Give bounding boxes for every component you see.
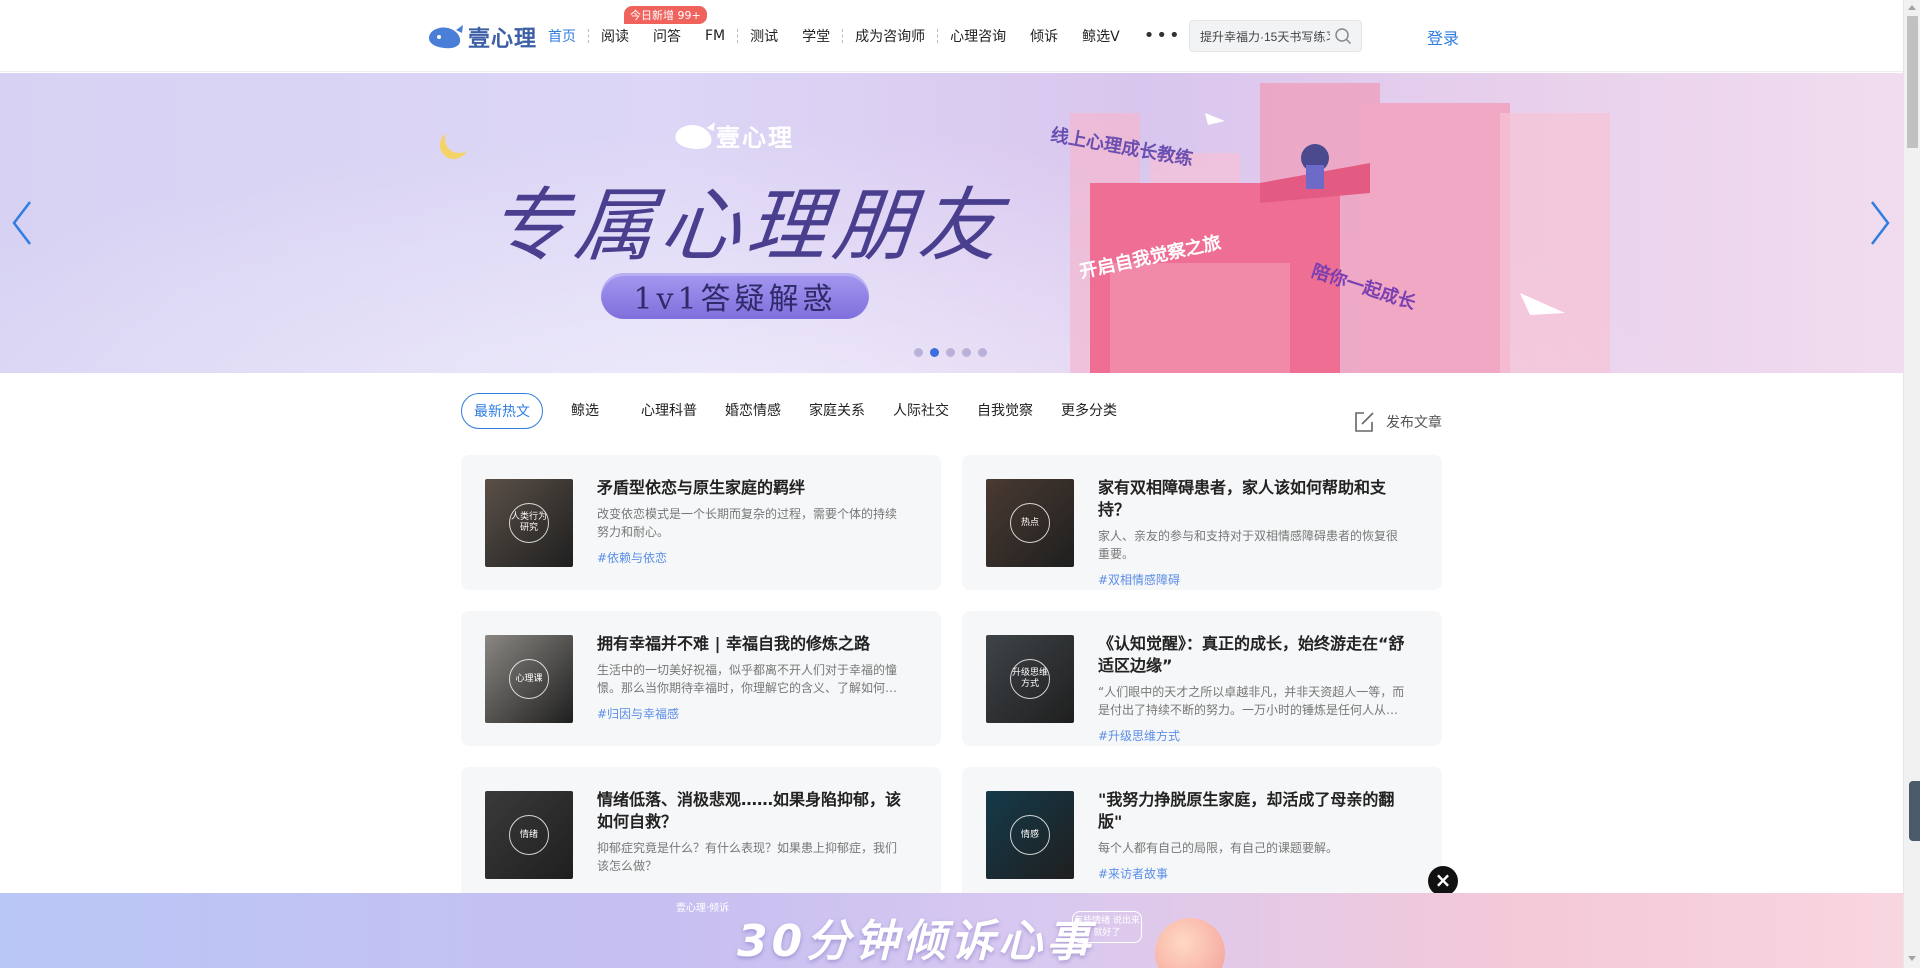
- search-icon[interactable]: [1334, 27, 1352, 45]
- ad-headline: 30分钟倾诉心事: [737, 916, 1095, 967]
- article-thumbnail: 升级思维方式: [986, 635, 1074, 723]
- banner-dot-4[interactable]: [962, 348, 971, 357]
- article-tag[interactable]: #归因与幸福感: [597, 705, 907, 722]
- edit-icon: [1355, 412, 1374, 432]
- article-tag[interactable]: #依赖与依恋: [597, 549, 907, 566]
- scroll-down-arrow-icon[interactable]: [1908, 956, 1916, 961]
- article-title[interactable]: 家有双相障碍患者，家人该如何帮助和支持？: [1098, 477, 1408, 521]
- article-title[interactable]: 《认知觉醒》：真正的成长，始终游走在“舒适区边缘”: [1098, 633, 1408, 677]
- tab-love[interactable]: 婚恋情感: [711, 393, 795, 429]
- nav-become-counselor[interactable]: 成为咨询师: [843, 26, 937, 46]
- tab-more-categories[interactable]: 更多分类: [1047, 393, 1131, 429]
- publish-article-button[interactable]: 发布文章: [1352, 410, 1442, 434]
- banner-illustration: [1070, 83, 1610, 373]
- ad-logo: 壹心理·倾诉: [676, 903, 730, 914]
- article-thumbnail: 热点: [986, 479, 1074, 567]
- tab-social[interactable]: 人际社交: [879, 393, 963, 429]
- article-desc: 抑郁症究竟是什么？有什么表现？如果患上抑郁症，我们该怎么做？: [597, 841, 898, 873]
- banner-dot-5[interactable]: [978, 348, 987, 357]
- article-thumbnail: 人类行为研究: [485, 479, 573, 567]
- scroll-thumb[interactable]: [1907, 16, 1918, 148]
- tab-psych-science[interactable]: 心理科普: [627, 393, 711, 429]
- whale-logo-icon: [675, 121, 715, 149]
- bottom-ad-banner[interactable]: 壹心理·倾诉 30分钟倾诉心事 有些情绪 说出来就好了: [0, 893, 1903, 968]
- publish-label: 发布文章: [1386, 415, 1442, 431]
- nav-more-button[interactable]: •••: [1132, 27, 1194, 45]
- nav-home[interactable]: 首页: [536, 26, 588, 46]
- banner-logo-text: 壹心理: [716, 124, 794, 152]
- article-tag[interactable]: #来访者故事: [1098, 865, 1408, 882]
- thumb-label: 情绪: [509, 815, 549, 855]
- top-header: 壹心理 首页 阅读 问答 FM 测试 学堂 成为咨询师 心理咨询 倾诉 鲸选V …: [0, 0, 1903, 72]
- thumb-label: 情感: [1010, 815, 1050, 855]
- article-title[interactable]: 情绪低落、消极悲观……如果身陷抑郁，该如何自救？: [597, 789, 907, 833]
- article-desc: 改变依恋模式是一个长期而复杂的过程，需要个体的持续努力和耐心。: [597, 507, 898, 539]
- banner-pagination: [914, 348, 987, 357]
- article-card[interactable]: 心理课 拥有幸福并不难 | 幸福自我的修炼之路 生活中的一切美好祝福，似乎都离不…: [461, 611, 941, 746]
- side-feedback-tab[interactable]: [1909, 781, 1920, 841]
- article-desc: “人们眼中的天才之所以卓越非凡，并非天资超人一等，而是付出了持续不断的努力。一万…: [1098, 685, 1405, 717]
- ad-subtitle: 有些情绪 说出来就好了: [1072, 911, 1142, 943]
- nav-confide[interactable]: 倾诉: [1018, 26, 1070, 46]
- article-thumbnail: 情绪: [485, 791, 573, 879]
- article-desc: 家人、亲友的参与和支持对于双相情感障碍患者的恢复很重要。: [1098, 529, 1399, 561]
- article-tag[interactable]: #双相情感障碍: [1098, 571, 1408, 588]
- banner-prev-arrow-icon[interactable]: [8, 198, 36, 248]
- hero-banner[interactable]: 壹心理 专属心理朋友 1v1答疑解惑 线上心理成长教练 开启自我觉察之旅 陪你一…: [0, 73, 1903, 373]
- article-desc: 每个人都有自己的局限，有自己的课题要解。: [1098, 841, 1339, 855]
- banner-pill: 1v1答疑解惑: [601, 273, 869, 319]
- article-card[interactable]: 热点 家有双相障碍患者，家人该如何帮助和支持？ 家人、亲友的参与和支持对于双相情…: [962, 455, 1442, 590]
- tab-jingxuan[interactable]: 鲸选: [557, 393, 613, 429]
- tab-family[interactable]: 家庭关系: [795, 393, 879, 429]
- banner-logo: 壹心理: [672, 118, 794, 153]
- tab-latest-hot[interactable]: 最新热文: [461, 393, 543, 429]
- close-ad-button[interactable]: ×: [1428, 866, 1458, 896]
- tab-self-awareness[interactable]: 自我觉察: [963, 393, 1047, 429]
- article-desc: 生活中的一切美好祝福，似乎都离不开人们对于幸福的憧憬。那么当你期待幸福时，你理解…: [597, 663, 898, 695]
- thumb-label: 心理课: [509, 659, 549, 699]
- category-tabs: 最新热文 鲸选 心理科普 婚恋情感 家庭关系 人际社交 自我觉察 更多分类: [461, 393, 1131, 429]
- search-input[interactable]: [1200, 29, 1330, 43]
- article-thumbnail: 心理课: [485, 635, 573, 723]
- banner-dot-3[interactable]: [946, 348, 955, 357]
- banner-next-arrow-icon[interactable]: [1866, 198, 1894, 248]
- article-title[interactable]: 拥有幸福并不难 | 幸福自我的修炼之路: [597, 633, 907, 655]
- article-tag[interactable]: #升级思维方式: [1098, 727, 1408, 744]
- page: 壹心理 首页 阅读 问答 FM 测试 学堂 成为咨询师 心理咨询 倾诉 鲸选V …: [0, 0, 1920, 968]
- article-grid: 人类行为研究 矛盾型依恋与原生家庭的羁绊 改变依恋模式是一个长期而复杂的过程，需…: [461, 455, 1442, 902]
- logo-text: 壹心理: [468, 27, 538, 52]
- article-card[interactable]: 情感 "我努力挣脱原生家庭，却活成了母亲的翻版" 每个人都有自己的局限，有自己的…: [962, 767, 1442, 902]
- login-link[interactable]: 登录: [1427, 25, 1459, 49]
- nav-counseling[interactable]: 心理咨询: [938, 26, 1018, 46]
- thumb-label: 升级思维方式: [1010, 659, 1050, 699]
- nav-test[interactable]: 测试: [738, 26, 790, 46]
- ad-moon-illustration: [1155, 918, 1225, 968]
- nav-read[interactable]: 阅读: [589, 26, 641, 46]
- article-thumbnail: 情感: [986, 791, 1074, 879]
- whale-logo-icon: [429, 25, 463, 49]
- new-count-badge: 今日新增 99+: [624, 6, 707, 24]
- thumb-label: 人类行为研究: [509, 503, 549, 543]
- thumb-label: 热点: [1010, 503, 1050, 543]
- main-nav: 首页 阅读 问答 FM 测试 学堂 成为咨询师 心理咨询 倾诉 鲸选V •••: [536, 24, 1194, 48]
- nav-school[interactable]: 学堂: [790, 26, 842, 46]
- article-title[interactable]: "我努力挣脱原生家庭，却活成了母亲的翻版": [1098, 789, 1408, 833]
- article-card[interactable]: 情绪 情绪低落、消极悲观……如果身陷抑郁，该如何自救？ 抑郁症究竟是什么？有什么…: [461, 767, 941, 902]
- banner-dot-1[interactable]: [914, 348, 923, 357]
- banner-title: 专属心理朋友: [484, 179, 1011, 272]
- article-card[interactable]: 升级思维方式 《认知觉醒》：真正的成长，始终游走在“舒适区边缘” “人们眼中的天…: [962, 611, 1442, 746]
- nav-jingxuan-v[interactable]: 鲸选V: [1070, 26, 1132, 46]
- scroll-up-arrow-icon[interactable]: [1908, 5, 1916, 10]
- nav-qa[interactable]: 问答: [641, 26, 693, 46]
- banner-dot-2[interactable]: [930, 348, 939, 357]
- search-box: [1189, 20, 1362, 52]
- nav-fm[interactable]: FM: [693, 28, 737, 44]
- article-title[interactable]: 矛盾型依恋与原生家庭的羁绊: [597, 477, 907, 499]
- site-logo[interactable]: 壹心理: [426, 22, 537, 52]
- article-card[interactable]: 人类行为研究 矛盾型依恋与原生家庭的羁绊 改变依恋模式是一个长期而复杂的过程，需…: [461, 455, 941, 590]
